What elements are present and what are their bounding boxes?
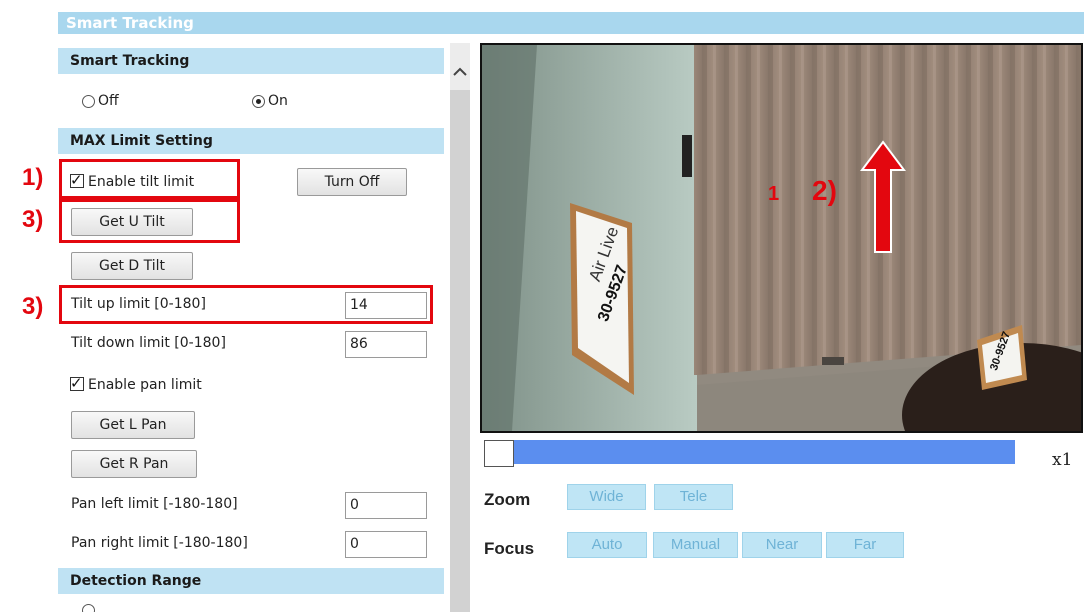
annotation-step-3-top: 3): [22, 206, 44, 233]
enable-pan-limit-label: Enable pan limit: [88, 377, 202, 393]
tilt-up-limit-label: Tilt up limit [0-180]: [71, 296, 206, 312]
zoom-label: Zoom: [484, 490, 531, 509]
pan-right-limit-label: Pan right limit [-180-180]: [71, 535, 248, 551]
enable-tilt-limit-label: Enable tilt limit: [88, 174, 195, 190]
scrollbar-thumb[interactable]: [450, 90, 470, 612]
zoom-level-value: x1: [1052, 450, 1073, 470]
zoom-slider-handle[interactable]: [484, 440, 514, 467]
zoom-wide-button[interactable]: Wide: [567, 484, 646, 510]
tilt-down-limit-input[interactable]: 86: [345, 331, 427, 358]
tilt-down-limit-label: Tilt down limit [0-180]: [71, 335, 226, 351]
tilt-up-limit-input[interactable]: 14: [345, 292, 427, 319]
pan-right-limit-input[interactable]: 0: [345, 531, 427, 558]
check-icon: ✓: [70, 374, 83, 392]
radio-off[interactable]: [82, 95, 95, 108]
check-icon: ✓: [70, 171, 83, 189]
radio-detection-range[interactable]: [82, 604, 95, 612]
get-u-tilt-button[interactable]: Get U Tilt: [71, 208, 193, 236]
section-header-detection-range: Detection Range: [58, 568, 444, 594]
annotation-step-2: 2): [812, 175, 837, 206]
section-header-smart-tracking: Smart Tracking: [58, 48, 444, 74]
radio-on[interactable]: [252, 95, 265, 108]
camera-scene: Air Live 30-9527 30-9527: [482, 45, 1081, 431]
focus-manual-button[interactable]: Manual: [653, 532, 738, 558]
annotation-step-1: 1): [22, 164, 44, 191]
radio-off-label: Off: [98, 93, 119, 109]
zoom-tele-button[interactable]: Tele: [654, 484, 733, 510]
zoom-slider-track[interactable]: [485, 440, 1015, 464]
enable-pan-limit-checkbox[interactable]: ✓: [70, 374, 84, 392]
section-header-max-limit: MAX Limit Setting: [58, 128, 444, 154]
smart-tracking-page: Smart Tracking Smart Tracking Off On MAX…: [0, 0, 1084, 612]
enable-tilt-limit-checkbox[interactable]: ✓: [70, 171, 84, 189]
focus-near-button[interactable]: Near: [742, 532, 822, 558]
page-title: Smart Tracking: [58, 12, 1084, 34]
annotation-marker-1: 1: [768, 183, 780, 205]
get-r-pan-button[interactable]: Get R Pan: [71, 450, 197, 478]
pan-left-limit-input[interactable]: 0: [345, 492, 427, 519]
focus-label: Focus: [484, 539, 535, 558]
pan-left-limit-label: Pan left limit [-180-180]: [71, 496, 238, 512]
focus-auto-button[interactable]: Auto: [567, 532, 647, 558]
arrow-up-icon: [860, 140, 906, 253]
annotation-step-3-bottom: 3): [22, 293, 44, 320]
camera-video-feed[interactable]: Air Live 30-9527 30-9527 1 2): [480, 43, 1083, 433]
chevron-up-icon[interactable]: [450, 62, 470, 82]
focus-far-button[interactable]: Far: [826, 532, 904, 558]
radio-on-label: On: [268, 93, 288, 109]
get-l-pan-button[interactable]: Get L Pan: [71, 411, 195, 439]
get-d-tilt-button[interactable]: Get D Tilt: [71, 252, 193, 280]
turn-off-button[interactable]: Turn Off: [297, 168, 407, 196]
